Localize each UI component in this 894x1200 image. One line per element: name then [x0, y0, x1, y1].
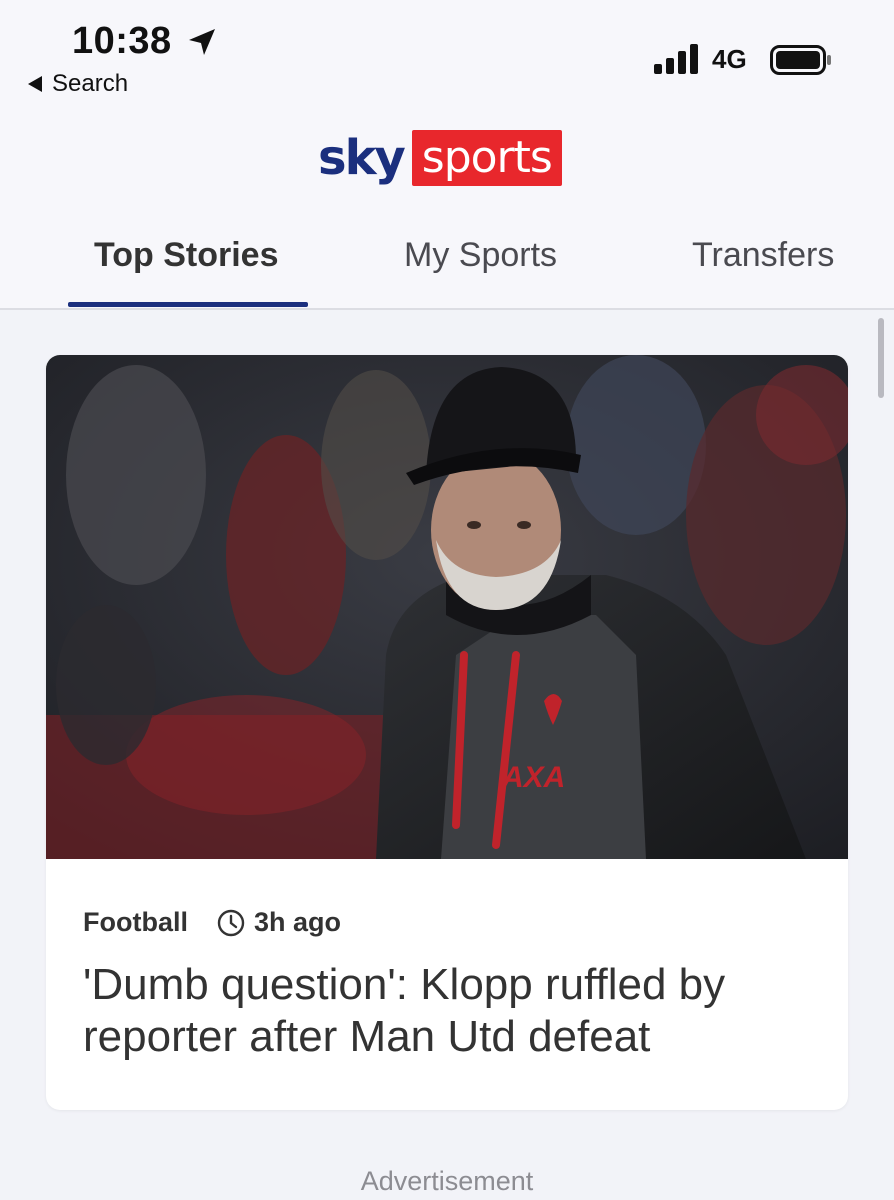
battery-icon — [770, 45, 831, 75]
location-arrow-icon — [189, 29, 215, 55]
article-category[interactable]: Football — [83, 907, 188, 938]
article-meta: Football 3h ago — [83, 907, 341, 938]
article-photo: AXA — [46, 355, 848, 859]
sky-sports-logo: sky sports — [318, 130, 562, 186]
tab-top-stories[interactable]: Top Stories — [94, 236, 279, 275]
article-time-ago: 3h ago — [253, 907, 341, 937]
logo-sports-text: sports — [411, 130, 562, 186]
status-time: 10:38 — [72, 20, 172, 62]
app-screen: 10:38 Search 4G sky sports Top Stories M… — [0, 0, 894, 1200]
advertisement-label: Advertisement — [360, 1166, 534, 1196]
signal-strength-icon — [654, 44, 698, 74]
back-arrow-icon — [28, 76, 42, 92]
active-tab-indicator — [68, 302, 308, 307]
app-header: 10:38 Search 4G sky sports Top Stories M… — [0, 0, 894, 310]
tab-my-sports[interactable]: My Sports — [404, 236, 557, 275]
back-to-search-button[interactable]: Search — [28, 70, 128, 98]
top-story-card[interactable]: AXA Football 3h ago 'Dumb question': Klo… — [46, 355, 848, 1110]
tab-transfers[interactable]: Transfers — [692, 236, 834, 275]
back-label: Search — [52, 70, 129, 97]
section-tabs: Top Stories My Sports Transfers — [0, 228, 894, 310]
network-type: 4G — [712, 44, 747, 74]
sponsor-text: AXA — [501, 761, 565, 794]
scrollbar[interactable] — [878, 318, 884, 398]
logo-sky-text: sky — [318, 130, 406, 186]
clock-icon — [217, 909, 245, 936]
article-headline[interactable]: 'Dumb question': Klopp ruffled by report… — [83, 959, 823, 1063]
article-image[interactable]: AXA — [46, 355, 848, 859]
